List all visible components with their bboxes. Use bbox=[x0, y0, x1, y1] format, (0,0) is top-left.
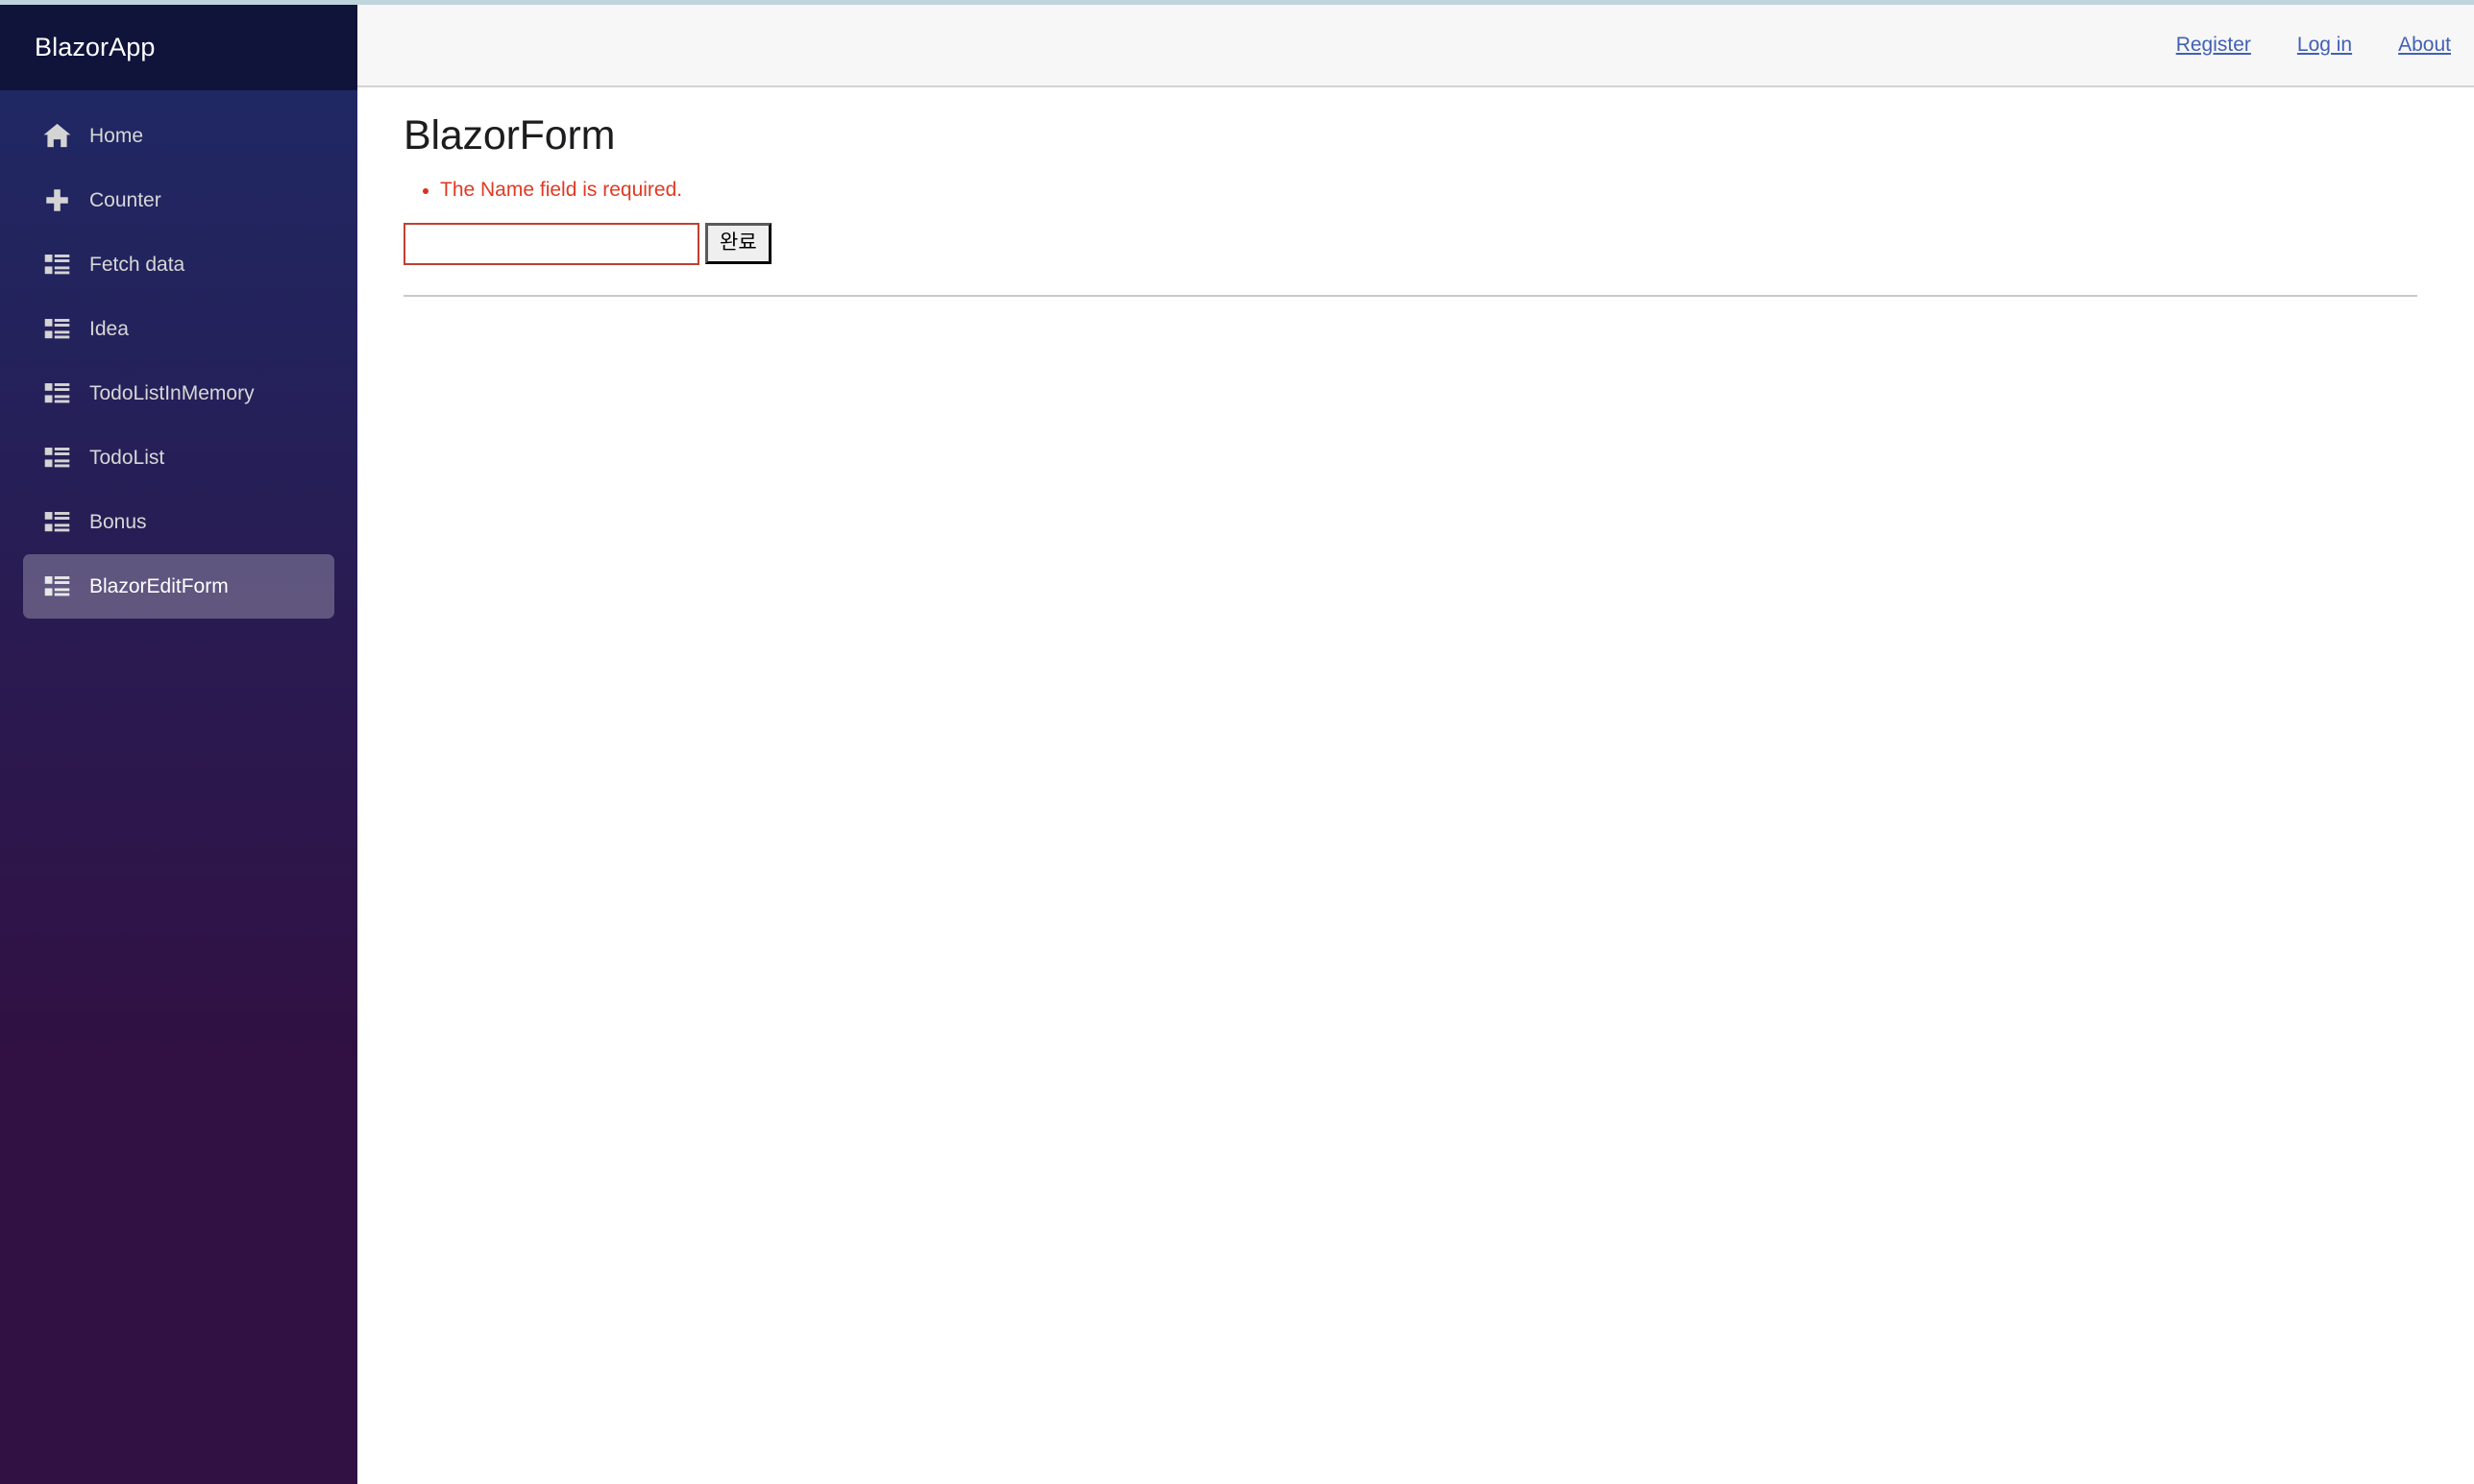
about-link[interactable]: About bbox=[2398, 34, 2451, 57]
sidebar-item-label: TodoListInMemory bbox=[89, 382, 255, 404]
validation-message: The Name field is required. bbox=[440, 175, 2418, 206]
app-root: BlazorApp Home Counter Fetch data Idea T… bbox=[0, 0, 2474, 1484]
sidebar-item-label: Home bbox=[89, 125, 144, 147]
page-title: BlazorForm bbox=[404, 112, 616, 158]
sidebar-item-idea[interactable]: Idea bbox=[23, 297, 334, 361]
sidebar-item-blazoreditform[interactable]: BlazorEditForm bbox=[23, 554, 334, 619]
brand-link[interactable]: BlazorApp bbox=[35, 33, 155, 62]
blazor-edit-form: 완료 bbox=[404, 222, 2418, 265]
sidebar-item-fetch-data[interactable]: Fetch data bbox=[23, 232, 334, 297]
sidebar-item-label: TodoList bbox=[89, 447, 165, 469]
sidebar-item-label: BlazorEditForm bbox=[89, 575, 229, 597]
sidebar-item-home[interactable]: Home bbox=[23, 104, 334, 168]
content-divider bbox=[404, 294, 2417, 297]
validation-summary: The Name field is required. bbox=[404, 175, 2418, 206]
list-rich-icon bbox=[42, 572, 72, 601]
sidebar-item-todolistinmemory[interactable]: TodoListInMemory bbox=[23, 361, 334, 426]
sidebar-nav: Home Counter Fetch data Idea TodoListInM… bbox=[0, 90, 357, 619]
sidebar-item-label: Bonus bbox=[89, 511, 147, 533]
sidebar-item-bonus[interactable]: Bonus bbox=[23, 490, 334, 554]
list-rich-icon bbox=[42, 378, 72, 408]
sidebar-item-counter[interactable]: Counter bbox=[23, 168, 334, 232]
topbar-links: Register Log in About bbox=[2130, 34, 2474, 57]
sidebar-item-label: Fetch data bbox=[89, 254, 185, 276]
sidebar-header: BlazorApp bbox=[0, 5, 357, 90]
topbar: Register Log in About bbox=[357, 5, 2474, 87]
list-rich-icon bbox=[42, 250, 72, 280]
submit-button[interactable]: 완료 bbox=[705, 223, 772, 265]
sidebar-item-label: Counter bbox=[89, 189, 161, 211]
sidebar-item-todolist[interactable]: TodoList bbox=[23, 426, 334, 490]
home-icon bbox=[42, 121, 72, 151]
list-rich-icon bbox=[42, 443, 72, 473]
sidebar: BlazorApp Home Counter Fetch data Idea T… bbox=[0, 5, 357, 1484]
register-link[interactable]: Register bbox=[2176, 34, 2251, 57]
login-link[interactable]: Log in bbox=[2297, 34, 2352, 57]
list-rich-icon bbox=[42, 314, 72, 344]
plus-icon bbox=[42, 185, 72, 215]
sidebar-item-label: Idea bbox=[89, 318, 129, 340]
name-input[interactable] bbox=[404, 222, 699, 265]
main-content: BlazorForm The Name field is required. 완… bbox=[357, 87, 2474, 1484]
list-rich-icon bbox=[42, 507, 72, 537]
